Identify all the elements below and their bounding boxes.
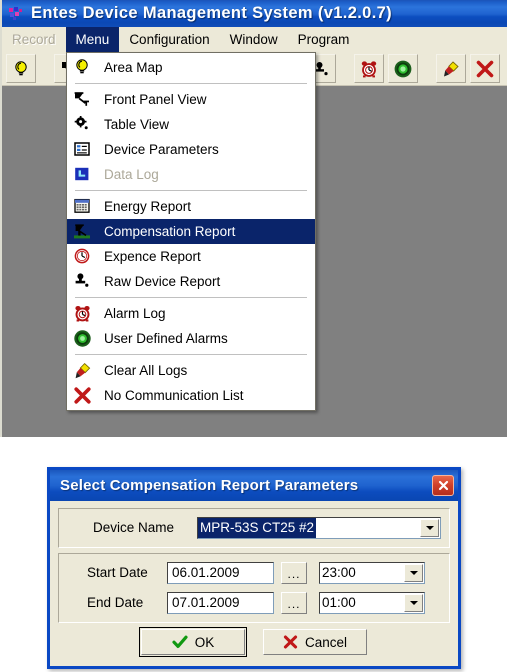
lightbulb-icon (73, 58, 95, 78)
menu-item-label: Front Panel View (104, 92, 207, 107)
alarm-clock-icon (73, 304, 95, 324)
start-time-combo[interactable]: 23:00 (319, 561, 425, 584)
title-bar: Entes Device Management System (v1.2.0.7… (2, 0, 507, 27)
menu-item-energy-report[interactable]: Energy Report (67, 194, 315, 219)
menu-item-label: Clear All Logs (104, 363, 188, 378)
gear-icon (73, 115, 95, 135)
end-time-combo[interactable]: 01:00 (319, 591, 425, 614)
menu-item-label: Raw Device Report (104, 274, 221, 289)
red-x-icon (73, 386, 95, 406)
ok-button[interactable]: OK (139, 627, 247, 657)
toolbar-button-alarm-log[interactable] (354, 54, 384, 83)
x-icon (283, 635, 298, 649)
menu-separator-4 (75, 354, 307, 355)
toolbar-button-no-communication-list[interactable] (470, 54, 500, 83)
start-date-browse-button[interactable]: ... (281, 561, 307, 584)
start-time-value: 23:00 (322, 564, 356, 580)
end-time-value: 01:00 (322, 594, 356, 610)
end-date-input[interactable]: 07.01.2009 (167, 591, 274, 614)
menu-dropdown: Area Map Front Panel View Table View Dev… (66, 52, 316, 411)
cancel-button[interactable]: Cancel (263, 629, 367, 655)
start-date-row: Start Date 06.01.2009 ... 23:00 (67, 559, 441, 586)
chevron-down-icon[interactable] (404, 563, 423, 582)
compensation-report-dialog: Select Compensation Report Parameters De… (47, 467, 461, 669)
menubar-item-configuration[interactable]: Configuration (119, 27, 219, 52)
device-name-combo[interactable]: MPR-53S CT25 #2 (197, 516, 441, 539)
app-title: Entes Device Management System (v1.2.0.7… (31, 4, 393, 22)
menu-item-label: Table View (104, 117, 170, 132)
menu-item-table-view[interactable]: Table View (67, 112, 315, 137)
dialog-button-row: OK Cancel (58, 627, 450, 657)
close-icon[interactable] (432, 475, 454, 496)
menu-item-compensation-report[interactable]: Compensation Report (67, 219, 315, 244)
menu-item-expence-report[interactable]: Expence Report (67, 244, 315, 269)
alarm-clock-icon (359, 59, 379, 79)
menu-item-data-log[interactable]: Data Log (67, 162, 315, 187)
menu-item-raw-device-report[interactable]: Raw Device Report (67, 269, 315, 294)
date-range-group: Start Date 06.01.2009 ... 23:00 End Date… (58, 553, 450, 623)
menu-item-device-parameters[interactable]: Device Parameters (67, 137, 315, 162)
toolbar-button-clear-all-logs[interactable] (436, 54, 466, 83)
brush-icon (441, 59, 461, 79)
start-date-label: Start Date (87, 565, 148, 580)
front-panel-icon (73, 90, 95, 110)
start-date-input[interactable]: 06.01.2009 (167, 561, 274, 584)
green-target-icon (393, 59, 413, 79)
menu-separator-2 (75, 190, 307, 191)
red-x-icon (475, 59, 495, 79)
energy-calendar-icon (73, 197, 95, 217)
menu-item-front-panel-view[interactable]: Front Panel View (67, 87, 315, 112)
cancel-button-label: Cancel (304, 634, 348, 650)
menu-separator-3 (75, 297, 307, 298)
app-logo-icon (8, 6, 24, 21)
device-group: Device Name MPR-53S CT25 #2 (58, 508, 450, 548)
toolbar-spacer-1 (36, 68, 50, 69)
end-date-label: End Date (87, 595, 144, 610)
toolbar-button-area-map[interactable] (6, 54, 36, 83)
device-row: Device Name MPR-53S CT25 #2 (67, 514, 441, 541)
check-icon (172, 635, 188, 649)
table-grid-icon (73, 140, 95, 160)
toolbar-spacer-4 (418, 68, 432, 69)
menubar-item-program[interactable]: Program (288, 27, 360, 52)
clock-icon (73, 247, 95, 267)
brush-icon (73, 361, 95, 381)
menu-item-label: User Defined Alarms (104, 331, 228, 346)
menubar-item-menu[interactable]: Menu (65, 27, 120, 52)
menu-separator-1 (75, 83, 307, 84)
end-date-row: End Date 07.01.2009 ... 01:00 (67, 589, 441, 616)
toolbar-button-user-defined-alarms[interactable] (388, 54, 418, 83)
dialog-body: Device Name MPR-53S CT25 #2 Start Date 0… (50, 501, 458, 657)
toolbar-spacer-3 (336, 68, 350, 69)
menu-item-area-map[interactable]: Area Map (67, 55, 315, 80)
end-date-browse-button[interactable]: ... (281, 591, 307, 614)
menu-item-no-communication-list[interactable]: No Communication List (67, 383, 315, 408)
device-name-label: Device Name (93, 520, 175, 535)
compensation-icon (73, 222, 95, 242)
menu-item-label: Area Map (104, 60, 163, 75)
dialog-title-bar: Select Compensation Report Parameters (50, 470, 458, 501)
menu-item-label: No Communication List (104, 388, 244, 403)
menu-item-alarm-log[interactable]: Alarm Log (67, 301, 315, 326)
lightbulb-icon (12, 60, 30, 78)
ok-button-label: OK (194, 634, 215, 650)
green-target-icon (73, 329, 95, 349)
menu-item-label: Alarm Log (104, 306, 166, 321)
raw-device-icon (73, 272, 95, 292)
chevron-down-icon[interactable] (420, 518, 439, 537)
chevron-down-icon[interactable] (404, 593, 423, 612)
menu-item-label: Compensation Report (104, 224, 236, 239)
menu-item-label: Expence Report (104, 249, 201, 264)
device-name-value: MPR-53S CT25 #2 (198, 517, 317, 538)
menu-item-label: Device Parameters (104, 142, 219, 157)
menubar-item-record[interactable]: Record (2, 27, 66, 52)
menu-item-label: Energy Report (104, 199, 192, 214)
menu-item-label: Data Log (104, 167, 159, 182)
menubar-item-window[interactable]: Window (220, 27, 288, 52)
menu-item-user-defined-alarms[interactable]: User Defined Alarms (67, 326, 315, 351)
datalog-icon (73, 165, 95, 185)
dialog-title: Select Compensation Report Parameters (60, 477, 359, 494)
menu-bar: Record Menu Configuration Window Program (2, 27, 507, 52)
menu-item-clear-all-logs[interactable]: Clear All Logs (67, 358, 315, 383)
